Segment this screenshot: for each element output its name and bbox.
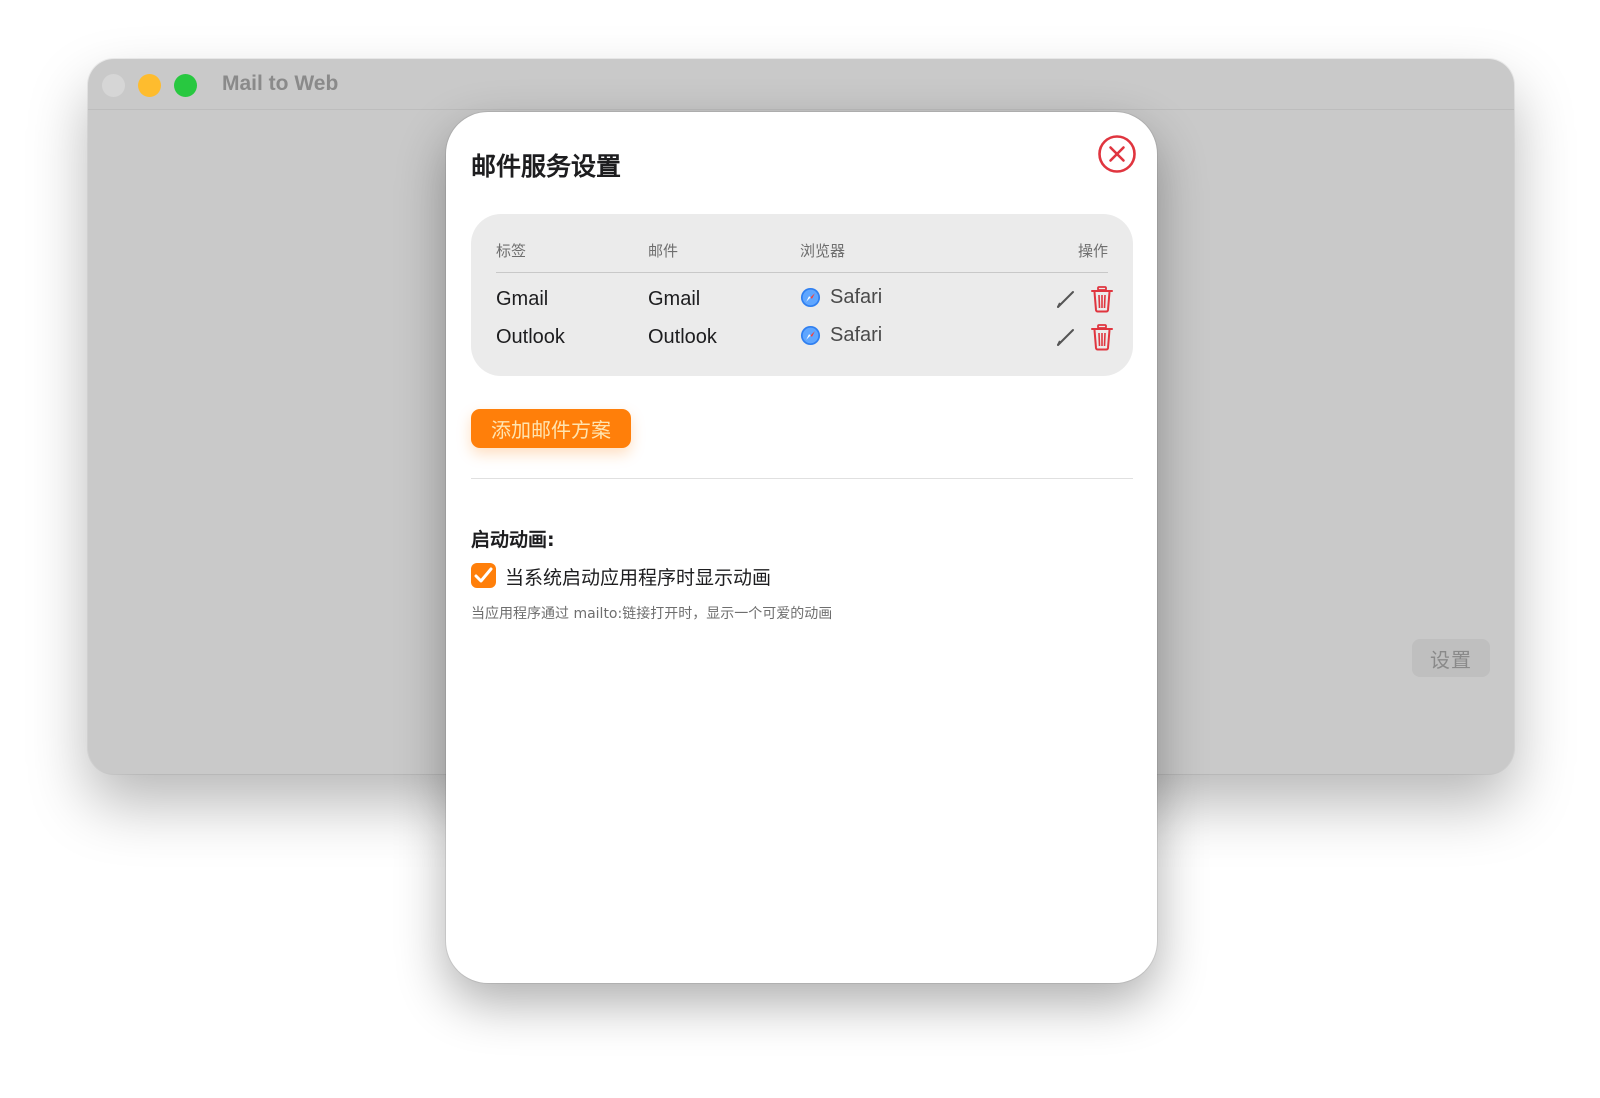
mail-scheme-table: 标签 邮件 浏览器 操作 Gmail Gmail Safari Outlook … (471, 214, 1133, 376)
row-label: Gmail (496, 288, 549, 310)
window-minimize-button[interactable] (138, 74, 161, 97)
column-header-actions: 操作 (1077, 242, 1108, 260)
header-divider (496, 272, 1108, 273)
window-close-button[interactable] (102, 74, 125, 97)
browser-name: Safari (830, 324, 883, 346)
table-row: Gmail Gmail Safari (471, 284, 1133, 318)
section-divider (471, 478, 1133, 479)
edit-button[interactable] (1054, 287, 1078, 311)
delete-button[interactable] (1090, 323, 1114, 351)
delete-button[interactable] (1090, 285, 1114, 313)
window-title: Mail to Web (222, 72, 339, 95)
column-header-label: 标签 (496, 242, 527, 260)
row-browser: Safari (800, 286, 882, 309)
column-header-mail: 邮件 (648, 242, 679, 260)
trash-icon (1091, 324, 1113, 351)
safari-icon (800, 287, 821, 308)
mail-service-settings-sheet: 邮件服务设置 标签 邮件 浏览器 操作 Gmail Gmail Safari O… (446, 112, 1157, 983)
edit-button[interactable] (1054, 325, 1078, 349)
animation-help-text: 当应用程序通过 mailto:链接打开时，显示一个可爱的动画 (471, 606, 833, 622)
table-row: Outlook Outlook Safari (471, 322, 1133, 356)
pencil-icon (1057, 329, 1074, 346)
close-button[interactable] (1097, 134, 1137, 174)
column-header-browser: 浏览器 (800, 242, 846, 260)
row-mail: Gmail (648, 288, 701, 310)
row-label: Outlook (496, 326, 565, 348)
safari-icon (800, 325, 821, 346)
checkmark-icon (474, 567, 493, 583)
show-animation-label[interactable]: 当系统启动应用程序时显示动画 (505, 563, 771, 590)
pencil-icon (1057, 291, 1074, 308)
row-browser: Safari (800, 324, 882, 347)
window-maximize-button[interactable] (174, 74, 197, 97)
show-animation-checkbox[interactable] (471, 563, 496, 588)
close-circle-icon (1098, 135, 1136, 173)
launch-animation-heading: 启动动画: (471, 529, 555, 551)
title-bar: Mail to Web (88, 59, 1514, 110)
browser-name: Safari (830, 286, 883, 308)
settings-button[interactable]: 设置 (1412, 639, 1490, 677)
row-mail: Outlook (648, 326, 717, 348)
sheet-title: 邮件服务设置 (471, 152, 622, 181)
add-mail-scheme-button[interactable]: 添加邮件方案 (471, 409, 631, 448)
trash-icon (1091, 286, 1113, 313)
